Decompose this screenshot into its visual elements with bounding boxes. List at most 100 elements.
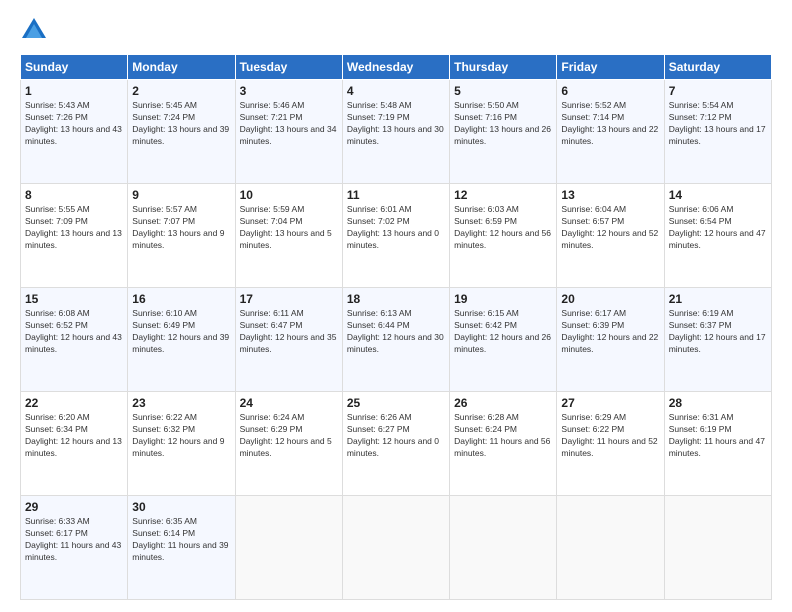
day-info: Sunrise: 5:43 AMSunset: 7:26 PMDaylight:… (25, 100, 123, 148)
day-number: 17 (240, 292, 338, 306)
day-info: Sunrise: 6:26 AMSunset: 6:27 PMDaylight:… (347, 412, 445, 460)
weekday-header: Tuesday (235, 55, 342, 80)
calendar-cell: 1 Sunrise: 5:43 AMSunset: 7:26 PMDaylight… (21, 80, 128, 184)
calendar-cell (235, 496, 342, 600)
day-number: 27 (561, 396, 659, 410)
day-info: Sunrise: 5:46 AMSunset: 7:21 PMDaylight:… (240, 100, 338, 148)
day-number: 30 (132, 500, 230, 514)
day-info: Sunrise: 5:57 AMSunset: 7:07 PMDaylight:… (132, 204, 230, 252)
day-number: 8 (25, 188, 123, 202)
calendar-cell: 22Sunrise: 6:20 AMSunset: 6:34 PMDayligh… (21, 392, 128, 496)
day-info: Sunrise: 6:15 AMSunset: 6:42 PMDaylight:… (454, 308, 552, 356)
day-info: Sunrise: 6:10 AMSunset: 6:49 PMDaylight:… (132, 308, 230, 356)
day-info: Sunrise: 6:01 AMSunset: 7:02 PMDaylight:… (347, 204, 445, 252)
calendar-week-row: 22Sunrise: 6:20 AMSunset: 6:34 PMDayligh… (21, 392, 772, 496)
calendar-cell: 20 Sunrise: 6:17 AMSunset: 6:39 PMDayligh… (557, 288, 664, 392)
day-info: Sunrise: 6:03 AMSunset: 6:59 PMDaylight:… (454, 204, 552, 252)
day-number: 14 (669, 188, 767, 202)
day-number: 6 (561, 84, 659, 98)
day-info: Sunrise: 6:31 AMSunset: 6:19 PMDaylight:… (669, 412, 767, 460)
calendar-cell: 28 Sunrise: 6:31 AMSunset: 6:19 PMDayligh… (664, 392, 771, 496)
calendar-cell: 23Sunrise: 6:22 AMSunset: 6:32 PMDayligh… (128, 392, 235, 496)
day-number: 10 (240, 188, 338, 202)
day-info: Sunrise: 6:33 AMSunset: 6:17 PMDaylight:… (25, 516, 123, 564)
weekday-header: Wednesday (342, 55, 449, 80)
calendar-cell: 6 Sunrise: 5:52 AMSunset: 7:14 PMDaylight… (557, 80, 664, 184)
day-number: 1 (25, 84, 123, 98)
day-number: 25 (347, 396, 445, 410)
weekday-header: Thursday (450, 55, 557, 80)
calendar-cell: 29 Sunrise: 6:33 AMSunset: 6:17 PMDayligh… (21, 496, 128, 600)
logo-icon (20, 16, 48, 44)
header (20, 16, 772, 44)
calendar-body: 1 Sunrise: 5:43 AMSunset: 7:26 PMDaylight… (21, 80, 772, 600)
day-number: 11 (347, 188, 445, 202)
calendar-header-row: SundayMondayTuesdayWednesdayThursdayFrid… (21, 55, 772, 80)
calendar-cell: 27 Sunrise: 6:29 AMSunset: 6:22 PMDayligh… (557, 392, 664, 496)
calendar-cell (557, 496, 664, 600)
day-number: 29 (25, 500, 123, 514)
calendar-cell: 10Sunrise: 5:59 AMSunset: 7:04 PMDayligh… (235, 184, 342, 288)
day-number: 22 (25, 396, 123, 410)
page: SundayMondayTuesdayWednesdayThursdayFrid… (0, 0, 792, 612)
day-number: 5 (454, 84, 552, 98)
day-number: 20 (561, 292, 659, 306)
day-info: Sunrise: 5:54 AMSunset: 7:12 PMDaylight:… (669, 100, 767, 148)
day-info: Sunrise: 6:08 AMSunset: 6:52 PMDaylight:… (25, 308, 123, 356)
day-number: 21 (669, 292, 767, 306)
day-number: 18 (347, 292, 445, 306)
day-info: Sunrise: 6:35 AMSunset: 6:14 PMDaylight:… (132, 516, 230, 564)
day-info: Sunrise: 6:06 AMSunset: 6:54 PMDaylight:… (669, 204, 767, 252)
day-info: Sunrise: 5:45 AMSunset: 7:24 PMDaylight:… (132, 100, 230, 148)
calendar-cell: 8Sunrise: 5:55 AMSunset: 7:09 PMDaylight… (21, 184, 128, 288)
weekday-header: Friday (557, 55, 664, 80)
day-info: Sunrise: 6:04 AMSunset: 6:57 PMDaylight:… (561, 204, 659, 252)
weekday-header: Monday (128, 55, 235, 80)
calendar-week-row: 8Sunrise: 5:55 AMSunset: 7:09 PMDaylight… (21, 184, 772, 288)
calendar-table: SundayMondayTuesdayWednesdayThursdayFrid… (20, 54, 772, 600)
day-info: Sunrise: 6:19 AMSunset: 6:37 PMDaylight:… (669, 308, 767, 356)
logo (20, 16, 50, 44)
day-number: 12 (454, 188, 552, 202)
calendar-cell: 19 Sunrise: 6:15 AMSunset: 6:42 PMDayligh… (450, 288, 557, 392)
calendar-cell: 24 Sunrise: 6:24 AMSunset: 6:29 PMDayligh… (235, 392, 342, 496)
day-number: 24 (240, 396, 338, 410)
calendar-cell: 25 Sunrise: 6:26 AMSunset: 6:27 PMDayligh… (342, 392, 449, 496)
day-info: Sunrise: 6:11 AMSunset: 6:47 PMDaylight:… (240, 308, 338, 356)
calendar-cell: 11 Sunrise: 6:01 AMSunset: 7:02 PMDayligh… (342, 184, 449, 288)
day-info: Sunrise: 6:22 AMSunset: 6:32 PMDaylight:… (132, 412, 230, 460)
day-info: Sunrise: 5:50 AMSunset: 7:16 PMDaylight:… (454, 100, 552, 148)
day-number: 16 (132, 292, 230, 306)
calendar-cell: 30 Sunrise: 6:35 AMSunset: 6:14 PMDayligh… (128, 496, 235, 600)
day-info: Sunrise: 6:17 AMSunset: 6:39 PMDaylight:… (561, 308, 659, 356)
calendar-cell: 21 Sunrise: 6:19 AMSunset: 6:37 PMDayligh… (664, 288, 771, 392)
day-info: Sunrise: 6:24 AMSunset: 6:29 PMDaylight:… (240, 412, 338, 460)
day-info: Sunrise: 6:28 AMSunset: 6:24 PMDaylight:… (454, 412, 552, 460)
day-info: Sunrise: 5:48 AMSunset: 7:19 PMDaylight:… (347, 100, 445, 148)
calendar-cell: 5 Sunrise: 5:50 AMSunset: 7:16 PMDaylight… (450, 80, 557, 184)
weekday-header: Sunday (21, 55, 128, 80)
calendar-cell (664, 496, 771, 600)
calendar-cell: 4 Sunrise: 5:48 AMSunset: 7:19 PMDaylight… (342, 80, 449, 184)
calendar-cell: 7Sunrise: 5:54 AMSunset: 7:12 PMDaylight… (664, 80, 771, 184)
calendar-cell: 26Sunrise: 6:28 AMSunset: 6:24 PMDayligh… (450, 392, 557, 496)
day-info: Sunrise: 6:13 AMSunset: 6:44 PMDaylight:… (347, 308, 445, 356)
day-number: 4 (347, 84, 445, 98)
calendar-cell: 3Sunrise: 5:46 AMSunset: 7:21 PMDaylight… (235, 80, 342, 184)
day-info: Sunrise: 5:52 AMSunset: 7:14 PMDaylight:… (561, 100, 659, 148)
day-number: 19 (454, 292, 552, 306)
day-number: 28 (669, 396, 767, 410)
day-number: 15 (25, 292, 123, 306)
calendar-cell: 2 Sunrise: 5:45 AMSunset: 7:24 PMDaylight… (128, 80, 235, 184)
calendar-cell (342, 496, 449, 600)
calendar-cell: 18 Sunrise: 6:13 AMSunset: 6:44 PMDayligh… (342, 288, 449, 392)
day-number: 2 (132, 84, 230, 98)
calendar-cell: 13 Sunrise: 6:04 AMSunset: 6:57 PMDayligh… (557, 184, 664, 288)
calendar-cell: 17 Sunrise: 6:11 AMSunset: 6:47 PMDayligh… (235, 288, 342, 392)
calendar-week-row: 1 Sunrise: 5:43 AMSunset: 7:26 PMDaylight… (21, 80, 772, 184)
calendar-week-row: 15 Sunrise: 6:08 AMSunset: 6:52 PMDayligh… (21, 288, 772, 392)
day-info: Sunrise: 6:29 AMSunset: 6:22 PMDaylight:… (561, 412, 659, 460)
day-number: 13 (561, 188, 659, 202)
calendar-cell: 15 Sunrise: 6:08 AMSunset: 6:52 PMDayligh… (21, 288, 128, 392)
calendar-cell: 16 Sunrise: 6:10 AMSunset: 6:49 PMDayligh… (128, 288, 235, 392)
